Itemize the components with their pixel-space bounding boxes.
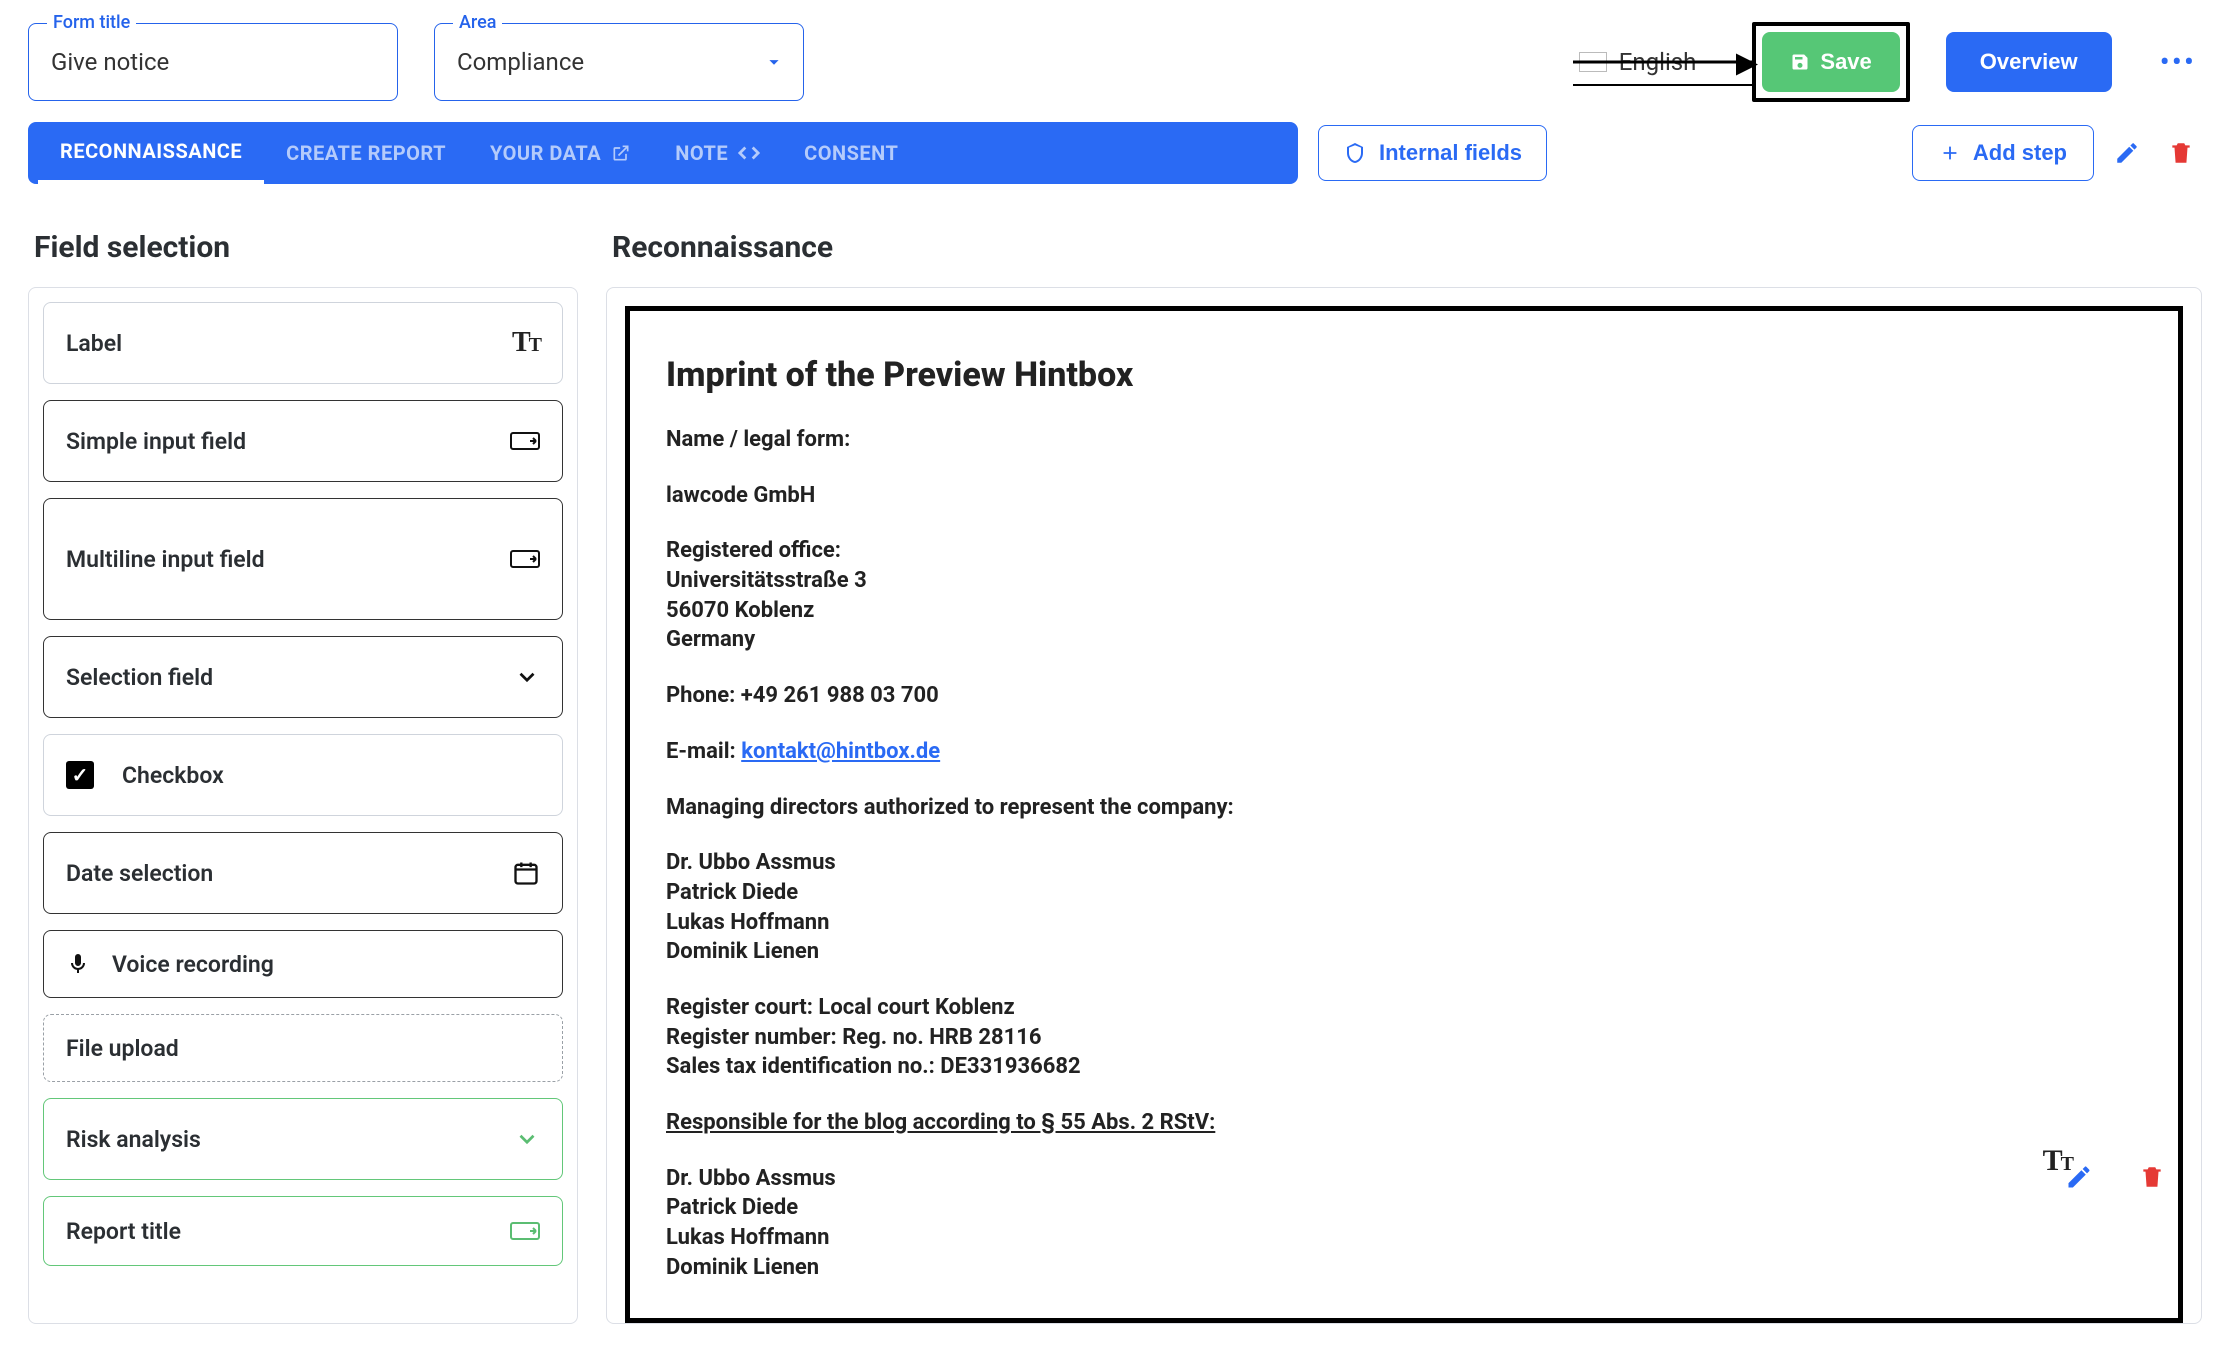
imprint-responsible-label: Responsible for the blog according to § … [666,1108,2142,1138]
tab-consent[interactable]: CONSENT [782,122,920,184]
edit-step-icon[interactable] [2114,140,2148,166]
external-link-icon [611,143,631,163]
chevron-down-icon [763,51,785,73]
calendar-icon [512,859,540,887]
imprint-responsible: Dr. Ubbo Assmus Patrick Diede Lukas Hoff… [666,1164,2142,1283]
imprint-block[interactable]: Imprint of the Preview Hintbox Name / le… [625,306,2183,1323]
imprint-register: Register court: Local court Koblenz Regi… [666,993,2142,1082]
imprint-directors: Dr. Ubbo Assmus Patrick Diede Lukas Hoff… [666,848,2142,967]
imprint-address: Registered office: Universitätsstraße 3 … [666,536,2142,655]
field-palette: Label TT Simple input field Multiline in… [28,287,578,1324]
internal-fields-button[interactable]: Internal fields [1318,125,1547,181]
area-select[interactable]: Area Compliance [434,23,804,101]
form-title-value: Give notice [51,48,169,76]
area-value: Compliance [457,48,584,76]
add-step-label: Add step [1973,140,2067,166]
imprint-company: lawcode GmbH [666,481,2142,511]
tab-note[interactable]: NOTE [653,122,782,184]
form-preview-panel: Imprint of the Preview Hintbox Name / le… [606,287,2202,1324]
add-step-button[interactable]: Add step [1912,125,2094,181]
text-format-icon: TT [512,327,540,359]
imprint-title: Imprint of the Preview Hintbox [666,355,2142,395]
overview-button[interactable]: Overview [1946,32,2112,92]
imprint-phone: Phone: +49 261 988 03 700 [666,681,2142,711]
save-icon [1790,52,1810,72]
save-button[interactable]: Save [1762,32,1899,92]
overview-button-label: Overview [1980,49,2078,75]
field-risk-analysis[interactable]: Risk analysis [43,1098,563,1180]
field-voice-recording[interactable]: Voice recording [43,930,563,998]
field-report-title[interactable]: Report title [43,1196,563,1266]
form-title-field[interactable]: Form title Give notice [28,23,398,101]
imprint-name-label: Name / legal form: [666,425,2142,455]
annotation-underline [1573,84,1757,86]
chevron-down-icon [514,664,540,690]
save-button-label: Save [1820,49,1871,75]
field-date-selection[interactable]: Date selection [43,832,563,914]
imprint-email-link[interactable]: kontakt@hintbox.de [741,739,940,764]
step-tabs: RECONNAISSANCE CREATE REPORT YOUR DATA N… [28,122,1298,184]
tab-reconnaissance[interactable]: RECONNAISSANCE [38,122,264,184]
language-selector[interactable]: English [1579,48,1717,76]
field-file-upload[interactable]: File upload [43,1014,563,1082]
plus-icon [1939,142,1961,164]
field-label[interactable]: Label TT [43,302,563,384]
checkbox-icon: ✓ [66,761,94,789]
field-selection[interactable]: Selection field [43,636,563,718]
preview-heading: Reconnaissance [612,230,2202,265]
annotation-save-box: Save [1752,22,1909,102]
field-simple-input[interactable]: Simple input field [43,400,563,482]
input-icon [510,547,540,571]
code-icon [738,142,760,164]
field-multiline-input[interactable]: Multiline input field [43,498,563,620]
field-checkbox[interactable]: ✓ Checkbox [43,734,563,816]
area-label: Area [453,12,502,33]
edit-block-icon[interactable] [2065,1163,2093,1191]
delete-block-icon[interactable] [2139,1164,2165,1190]
tab-your-data[interactable]: YOUR DATA [468,122,653,184]
chevron-down-icon [514,1126,540,1152]
annotation-arrow [1573,61,1757,64]
form-title-label: Form title [47,12,136,33]
field-selection-heading: Field selection [34,230,578,265]
more-menu-icon[interactable]: ••• [2148,45,2202,80]
delete-step-icon[interactable] [2168,140,2202,166]
input-icon [510,429,540,453]
internal-fields-label: Internal fields [1379,140,1522,166]
imprint-email: E-mail: kontakt@hintbox.de [666,737,2142,767]
shield-icon [1343,141,1367,165]
imprint-md-label: Managing directors authorized to represe… [666,793,2142,823]
input-icon [510,1219,540,1243]
tab-create-report[interactable]: CREATE REPORT [264,122,468,184]
mic-icon [66,950,112,978]
